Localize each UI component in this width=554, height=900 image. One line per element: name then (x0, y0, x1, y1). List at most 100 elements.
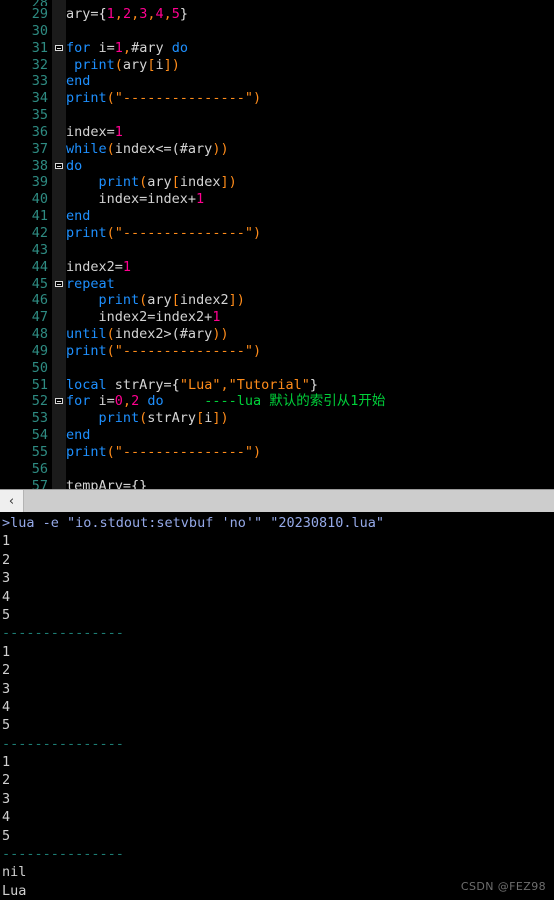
code-line[interactable]: 37 while(index<=(#ary)) (0, 140, 554, 158)
code-line[interactable]: 42 print("---------------") (0, 224, 554, 242)
fold-gutter (52, 292, 66, 310)
code-line[interactable]: 46 print(ary[index2]) (0, 292, 554, 310)
code-line[interactable]: 34 print("---------------") (0, 90, 554, 108)
line-number: 30 (31, 22, 48, 39)
code-line-list[interactable]: 2829ary={1,2,3,4,5}3031for i=1,#ary do32… (0, 0, 554, 489)
code-token: print (98, 292, 140, 309)
fold-gutter (52, 460, 66, 478)
code-line[interactable]: 53 print(strAry[i]) (0, 410, 554, 428)
code-token: )) (212, 326, 229, 343)
fold-collapse-icon[interactable] (55, 398, 63, 405)
code-line[interactable]: 55 print("---------------") (0, 443, 554, 461)
fold-collapse-icon[interactable] (55, 280, 63, 287)
code-line[interactable]: 57 tempAry={} (0, 477, 554, 489)
code-line-text: print("---------------") (66, 90, 261, 107)
code-editor-pane[interactable]: 2829ary={1,2,3,4,5}3031for i=1,#ary do32… (0, 0, 554, 489)
code-line[interactable]: 54 end (0, 427, 554, 444)
code-token: ( (114, 56, 123, 73)
terminal-output-pane[interactable]: >lua -e "io.stdout:setvbuf 'no'" "202308… (0, 512, 554, 900)
terminal-line: 3 (2, 790, 11, 807)
code-line[interactable]: 51 local strAry={"Lua","Tutorial"} (0, 376, 554, 394)
code-token: print (74, 56, 115, 73)
code-line-text: ary={1,2,3,4,5} (66, 6, 188, 23)
line-number: 50 (31, 359, 48, 376)
code-token: i (155, 56, 164, 73)
line-number: 36 (31, 123, 48, 140)
fold-gutter (52, 208, 66, 225)
fold-gutter (52, 22, 66, 40)
code-token: , (220, 376, 229, 393)
code-line-text: print(strAry[i]) (66, 410, 229, 427)
code-line[interactable]: 44 index2=1 (0, 258, 554, 276)
code-token: #ary (131, 39, 172, 56)
code-token: ]) (228, 292, 245, 309)
code-line[interactable]: 47 index2=index2+1 (0, 309, 554, 327)
code-token: repeat (66, 275, 115, 292)
code-token: do (171, 39, 188, 56)
terminal-line: 4 (2, 809, 11, 826)
code-token: 1 (122, 258, 132, 275)
code-token: ) (252, 443, 262, 460)
code-line[interactable]: 49 print("---------------") (0, 342, 554, 360)
line-number: 42 (31, 224, 48, 241)
code-line-text: local strAry={"Lua","Tutorial"} (66, 377, 318, 394)
line-number: 48 (31, 326, 48, 343)
fold-collapse-icon[interactable] (55, 44, 63, 51)
line-number: 53 (31, 410, 48, 427)
code-token: index2>(#ary (114, 326, 213, 343)
code-line-text: print("---------------") (66, 444, 261, 461)
code-token: 1 (212, 309, 221, 326)
code-line[interactable]: 32 print(ary[i]) (0, 56, 554, 74)
scroll-left-arrow-icon[interactable]: ‹ (0, 490, 24, 512)
code-line[interactable]: 36 index=1 (0, 123, 554, 141)
fold-collapse-icon[interactable] (55, 162, 63, 169)
line-number: 55 (31, 443, 48, 460)
line-number: 41 (31, 208, 48, 225)
code-line[interactable]: 35 (0, 107, 554, 124)
code-token: strAry (147, 410, 197, 427)
code-line[interactable]: 38 do (0, 157, 554, 175)
code-token: "---------------" (114, 342, 253, 359)
code-line[interactable]: 43 (0, 241, 554, 259)
horizontal-scrollbar[interactable]: ‹ (0, 489, 554, 512)
code-line[interactable]: 45 repeat (0, 275, 554, 293)
code-line-text: index=1 (66, 124, 123, 141)
code-token: "---------------" (114, 224, 253, 241)
line-number: 51 (31, 376, 48, 393)
scrollbar-thumb[interactable] (24, 490, 554, 512)
code-token: 1 (114, 123, 123, 140)
fold-gutter (52, 73, 66, 91)
code-line[interactable]: 50 (0, 359, 554, 377)
code-line[interactable]: 41 end (0, 208, 554, 225)
terminal-line: 2 (2, 662, 11, 679)
code-line[interactable]: 52 for i=0,2 do ----lua 默认的索引从1开始 (0, 393, 554, 411)
fold-gutter (52, 443, 66, 461)
code-line[interactable]: 30 (0, 22, 554, 40)
code-token: print (98, 174, 140, 191)
terminal-line: 2 (2, 772, 11, 789)
terminal-line: 3 (2, 570, 11, 587)
code-token: while (66, 140, 107, 157)
code-line[interactable]: 39 print(ary[index]) (0, 174, 554, 192)
code-token: ( (106, 140, 115, 157)
terminal-line: >lua -e "io.stdout:setvbuf 'no'" "202308… (2, 515, 385, 531)
terminal-line: --------------- (2, 735, 124, 752)
code-line-text: print(ary[i]) (66, 57, 180, 74)
code-line[interactable]: 29 ary={1,2,3,4,5} (0, 6, 554, 23)
code-token: ) (252, 224, 262, 241)
code-line[interactable]: 31 for i=1,#ary do (0, 39, 554, 57)
code-token: print (66, 443, 107, 460)
code-line[interactable]: 56 (0, 460, 554, 478)
code-token: 1 (196, 191, 205, 208)
code-token: ----lua 默认的索引从1开始 (163, 393, 386, 410)
fold-gutter (52, 410, 66, 428)
line-number: 39 (31, 174, 48, 191)
code-line[interactable]: 33 end (0, 73, 554, 91)
code-line[interactable]: 48 until(index2>(#ary)) (0, 326, 554, 343)
code-token: do (147, 393, 164, 410)
terminal-line: --------------- (2, 846, 124, 863)
code-line-text: for i=0,2 do ----lua 默认的索引从1开始 (66, 393, 385, 410)
code-line[interactable]: 40 index=index+1 (0, 191, 554, 209)
